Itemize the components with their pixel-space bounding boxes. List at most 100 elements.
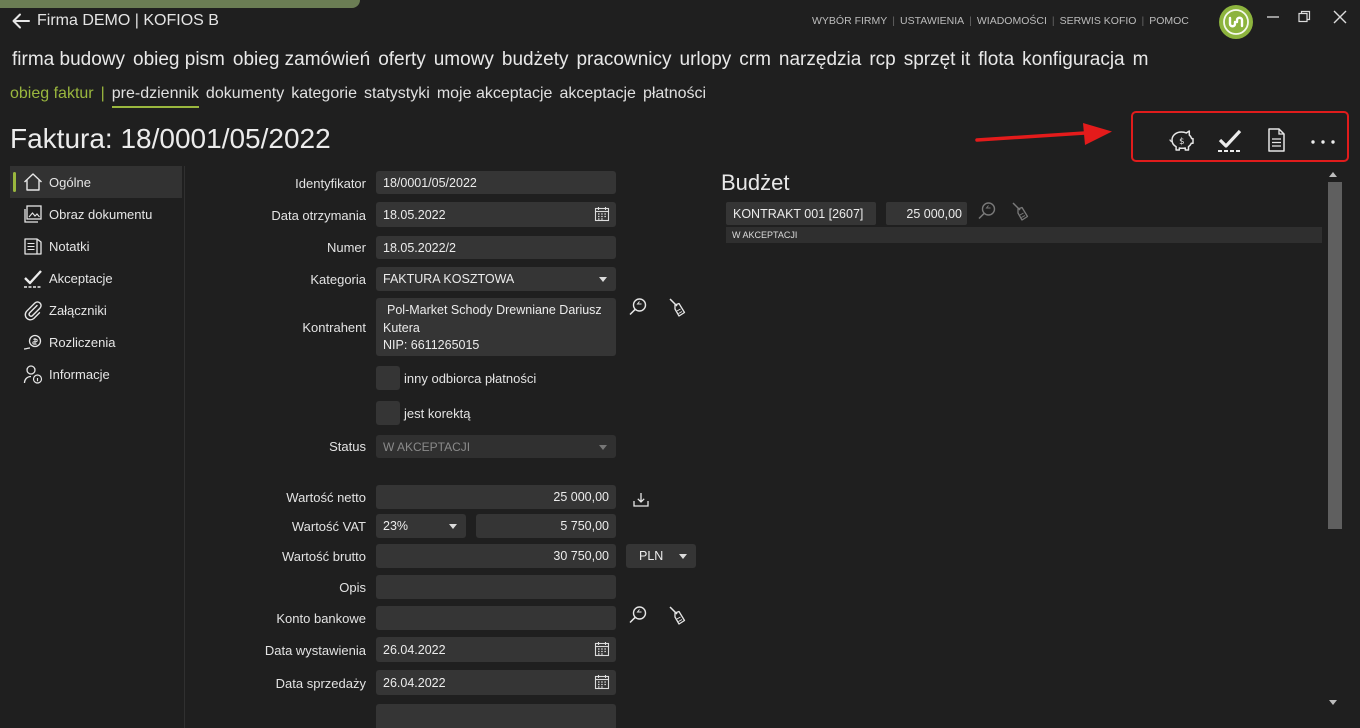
- side-menu-label: Akceptacje: [49, 270, 113, 286]
- wartosc-brutto-value: 30 750,00: [553, 549, 609, 563]
- inny-odbiorca-checkbox[interactable]: [376, 366, 400, 390]
- sub-nav: obieg faktur | pre-dziennik dokumenty ka…: [10, 85, 706, 108]
- inny-odbiorca-label: inny odbiorca płatności: [404, 371, 537, 386]
- wartosc-netto-field[interactable]: 25 000,00: [376, 485, 616, 509]
- main-nav-item[interactable]: narzędzia: [779, 49, 861, 71]
- sub-nav-module[interactable]: obieg faktur: [10, 85, 94, 108]
- sub-nav-platnosci[interactable]: płatności: [643, 85, 706, 108]
- main-nav-item[interactable]: flota: [978, 49, 1014, 71]
- main-nav-item[interactable]: budżety: [502, 49, 569, 71]
- header-decoration: [0, 0, 360, 8]
- budget-title: Budżet: [721, 170, 790, 195]
- data-otrzymania-label: Data otrzymania: [271, 208, 366, 223]
- restore-icon[interactable]: [1294, 9, 1314, 25]
- chevron-down-icon: [599, 444, 607, 450]
- calendar-icon[interactable]: [594, 641, 610, 657]
- opis-field[interactable]: [376, 575, 616, 599]
- calendar-icon[interactable]: [594, 206, 610, 222]
- konto-bankowe-field[interactable]: [376, 606, 616, 630]
- top-menu-separator: |: [1051, 15, 1055, 27]
- main-nav-item[interactable]: crm: [739, 49, 771, 71]
- main-nav-item[interactable]: obieg pism: [133, 49, 225, 71]
- budget-status-bar: W AKCEPTACJI: [726, 227, 1322, 243]
- budget-contract-name: KONTRAKT 001 [2607]: [733, 206, 864, 221]
- settlements-icon: [22, 331, 44, 353]
- side-menu-item-rozliczenia[interactable]: Rozliczenia: [10, 326, 182, 358]
- numer-label: Numer: [326, 240, 366, 255]
- main-nav-item[interactable]: rcp: [869, 49, 895, 71]
- main-nav-item[interactable]: urlopy: [680, 49, 732, 71]
- piggy-bank-icon[interactable]: $: [1167, 127, 1197, 153]
- identyfikator-label: Identyfikator: [295, 176, 366, 191]
- side-menu-item-notatki[interactable]: Notatki: [10, 230, 182, 262]
- scrollbar-thumb[interactable]: [1328, 182, 1342, 529]
- main-nav-item[interactable]: pracownicy: [576, 49, 671, 71]
- budget-amount-value: 25 000,00: [906, 206, 962, 221]
- budget-contract-field[interactable]: KONTRAKT 001 [2607]: [726, 202, 876, 225]
- sub-nav-pre-dziennik[interactable]: pre-dziennik: [111, 85, 199, 108]
- wartosc-vat-field[interactable]: 5 750,00: [476, 514, 616, 538]
- budget-amount-field[interactable]: 25 000,00: [886, 202, 967, 225]
- kategoria-select[interactable]: FAKTURA KOSZTOWA: [376, 267, 616, 291]
- top-menu-wiadomosci[interactable]: WIADOMOŚCI: [977, 15, 1047, 27]
- kontrahent-field[interactable]: Pol-Market Schody Drewniane Dariusz Kute…: [376, 298, 616, 356]
- minimize-icon[interactable]: [1263, 9, 1283, 25]
- main-nav-item[interactable]: obieg zamówień: [233, 49, 370, 71]
- side-menu-item-ogolne[interactable]: Ogólne: [10, 166, 182, 198]
- main-nav-item[interactable]: umowy: [434, 49, 494, 71]
- chevron-down-icon: [449, 524, 457, 529]
- numer-field[interactable]: 18.05.2022/2: [376, 236, 616, 259]
- clear-broom-icon[interactable]: [666, 604, 688, 626]
- data-sprzedazy-field[interactable]: 26.04.2022: [376, 670, 616, 695]
- sub-nav-kategorie[interactable]: kategorie: [291, 85, 357, 108]
- back-arrow-icon[interactable]: [10, 10, 32, 32]
- main-nav-item[interactable]: firma budowy: [12, 49, 125, 71]
- main-nav-item[interactable]: sprzęt it: [904, 49, 971, 71]
- svg-text:$: $: [1179, 137, 1184, 147]
- wartosc-brutto-field[interactable]: 30 750,00: [376, 544, 616, 568]
- main-nav-item[interactable]: konfiguracja: [1022, 49, 1124, 71]
- sub-nav-akceptacje[interactable]: akceptacje: [559, 85, 636, 108]
- sub-nav-dokumenty[interactable]: dokumenty: [206, 85, 284, 108]
- chevron-down-icon: [679, 554, 687, 559]
- wartosc-brutto-label: Wartość brutto: [281, 549, 366, 564]
- app-title: Firma DEMO | KOFIOS B: [37, 12, 219, 29]
- side-menu-item-akceptacje[interactable]: Akceptacje: [10, 262, 182, 294]
- close-icon[interactable]: [1330, 9, 1350, 25]
- clear-broom-icon[interactable]: [666, 296, 688, 318]
- identyfikator-field[interactable]: 18/0001/05/2022: [376, 171, 616, 194]
- sub-nav-statystyki[interactable]: statystyki: [364, 85, 430, 108]
- main-nav-item[interactable]: oferty: [378, 49, 426, 71]
- data-wystawienia-value: 26.04.2022: [383, 642, 446, 657]
- jest-korekta-checkbox[interactable]: [376, 401, 400, 425]
- data-otrzymania-field[interactable]: 18.05.2022: [376, 202, 616, 227]
- top-menu-separator: |: [892, 15, 895, 27]
- scroll-up-arrow-icon[interactable]: [1329, 172, 1337, 177]
- document-icon[interactable]: [1261, 127, 1291, 153]
- top-menu-pomoc[interactable]: POMOC: [1149, 15, 1189, 27]
- top-menu-wybor-firmy[interactable]: WYBÓR FIRMY: [812, 15, 887, 27]
- more-options-icon[interactable]: [1308, 127, 1338, 153]
- top-menu-serwis-kofio[interactable]: SERWIS KOFIO: [1060, 15, 1137, 27]
- side-menu-item-zalaczniki[interactable]: Załączniki: [10, 294, 182, 326]
- search-contractor-icon[interactable]: [627, 296, 649, 318]
- search-bank-account-icon[interactable]: [627, 604, 649, 626]
- currency-select[interactable]: PLN: [626, 544, 696, 568]
- vat-rate-select[interactable]: 23%: [376, 514, 466, 538]
- calendar-icon[interactable]: [594, 674, 610, 690]
- side-menu-item-obraz-dokumentu[interactable]: Obraz dokumentu: [10, 198, 182, 230]
- side-menu-item-informacje[interactable]: Informacje: [10, 358, 182, 390]
- top-menu-ustawienia[interactable]: USTAWIENIA: [900, 15, 964, 27]
- next-field-partial[interactable]: [376, 704, 616, 728]
- import-icon[interactable]: [631, 490, 651, 510]
- home-icon: [22, 171, 44, 193]
- main-nav-item[interactable]: m: [1133, 49, 1149, 71]
- kofio-logo-icon: [1219, 5, 1253, 39]
- approve-checkmark-icon[interactable]: [1215, 127, 1245, 153]
- scroll-down-arrow-icon[interactable]: [1329, 700, 1337, 705]
- data-wystawienia-field[interactable]: 26.04.2022: [376, 637, 616, 662]
- data-sprzedazy-label: Data sprzedaży: [275, 676, 366, 691]
- toolbar: $: [1131, 111, 1349, 162]
- top-menu-separator: |: [969, 15, 972, 27]
- sub-nav-moje-akceptacje[interactable]: moje akceptacje: [437, 85, 553, 108]
